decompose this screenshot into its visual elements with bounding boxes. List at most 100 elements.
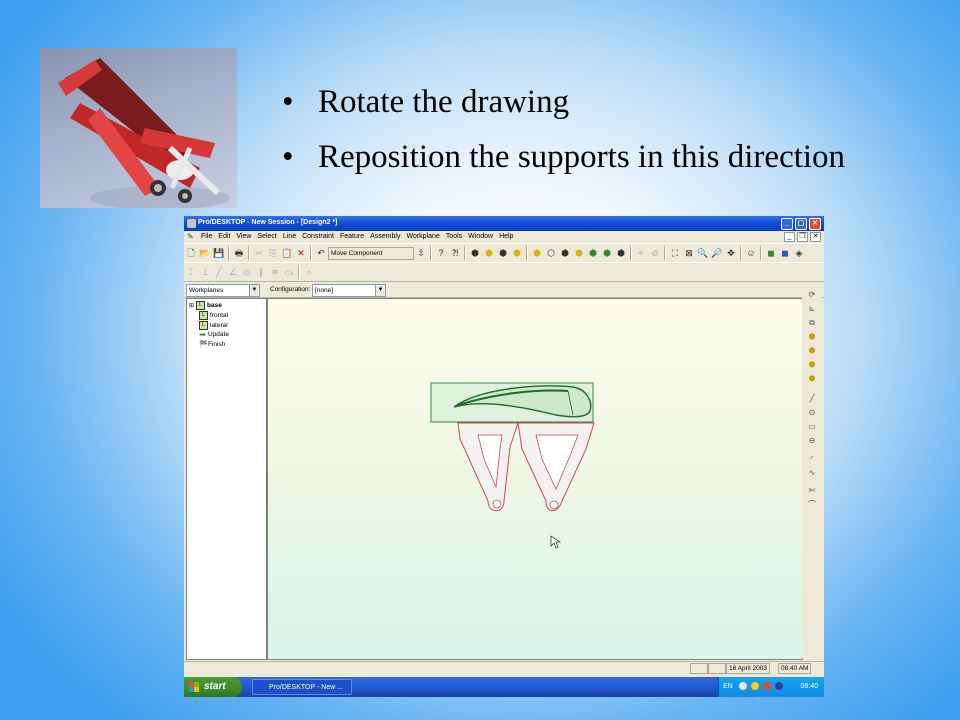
tree-item-update[interactable]: ➡ Update (199, 331, 229, 339)
new-file-icon[interactable]: 🗋 (184, 246, 198, 260)
copy-icon[interactable]: ⎘ (266, 246, 280, 260)
design-canvas[interactable] (267, 298, 803, 660)
network-tray-icon[interactable] (751, 682, 759, 690)
render-view-icon[interactable]: ◼ (778, 246, 792, 260)
standard-toolbar: 🗋 📂 💾 🖶 ✂ ⎘ 📋 ✕ ↶ Move Component ⇳ ? ⁈ ⬢… (184, 243, 824, 263)
menu-help[interactable]: Help (496, 233, 516, 240)
equal-icon[interactable]: ≑ (268, 265, 282, 279)
measure-icon[interactable]: ⌖ (634, 246, 648, 260)
dimension-icon[interactable]: ⌶ (184, 265, 198, 279)
menu-constraint[interactable]: Constraint (299, 233, 337, 240)
doc-minimize-button[interactable]: _ (784, 232, 795, 242)
shaded-view-icon[interactable]: ◼ (764, 246, 778, 260)
fillet-tool-icon[interactable]: ⌒ (805, 498, 819, 511)
revolve-icon[interactable]: ⬢ (805, 344, 819, 357)
configuration-combo[interactable]: [none] ▼ (312, 284, 386, 297)
trim-icon[interactable]: ⤼ (282, 265, 296, 279)
close-button[interactable]: ✕ (809, 218, 821, 230)
expand-icon[interactable]: ⊞ (189, 302, 194, 309)
menu-feature[interactable]: Feature (337, 233, 367, 240)
part-view-icon[interactable]: ⬢ (614, 246, 628, 260)
loft-icon[interactable]: ⬢ (805, 372, 819, 385)
language-indicator[interactable]: EN (723, 683, 733, 690)
menu-select[interactable]: Select (254, 233, 279, 240)
chevron-down-icon[interactable]: ▼ (249, 285, 259, 296)
menu-file[interactable]: File (198, 233, 215, 240)
menu-tools[interactable]: Tools (443, 233, 465, 240)
wireframe-view-icon[interactable]: ◈ (792, 246, 806, 260)
zoom-fit-icon[interactable]: ⛶ (668, 246, 682, 260)
taskbar-app-button[interactable]: Pro/DESKTOP - New ... (252, 679, 352, 695)
arc-tool-icon[interactable]: ◜ (805, 452, 819, 465)
cut-icon[interactable]: ✂ (252, 246, 266, 260)
tree-item-lateral[interactable]: L lateral (199, 321, 228, 330)
workplanes-combo[interactable]: Workplanes ▼ (186, 284, 260, 297)
diagonal-line-icon[interactable]: ╱ (212, 265, 226, 279)
circle-tool-icon[interactable]: ⊙ (805, 406, 819, 419)
sweep-icon[interactable]: ⬢ (805, 358, 819, 371)
shield-tray-icon[interactable] (763, 682, 771, 690)
axis-orient-icon[interactable]: ⊾ (805, 302, 819, 315)
open-folder-icon[interactable]: 📂 (198, 246, 212, 260)
component-icon[interactable]: ⬢ (468, 246, 482, 260)
tree-item-finish[interactable]: 🏁 Finish (199, 341, 225, 348)
paste-icon[interactable]: 📋 (280, 246, 294, 260)
toolbar-separator (430, 246, 432, 260)
replace-component-icon[interactable]: ⬢ (496, 246, 510, 260)
part-icon[interactable]: ⬢ (530, 246, 544, 260)
start-button[interactable]: start (184, 677, 242, 697)
tree-item-frontal[interactable]: L frontal (199, 311, 228, 320)
pointer-icon[interactable]: ⇳ (414, 246, 428, 260)
doc-restore-button[interactable]: ❐ (797, 232, 808, 242)
menu-view[interactable]: View (233, 233, 254, 240)
start-label: start (204, 681, 226, 692)
part-mate-icon[interactable]: ⬡ (544, 246, 558, 260)
angle-icon[interactable]: ∠ (226, 265, 240, 279)
undo-icon[interactable]: ↶ (314, 246, 328, 260)
extrude-icon[interactable]: ⬢ (805, 330, 819, 343)
title-bar[interactable]: Pro/DESKTOP - New Session - [Design2 *] … (184, 216, 824, 231)
spline-tool-icon[interactable]: ∿ (805, 466, 819, 479)
zoom-box-icon[interactable]: ⊠ (682, 246, 696, 260)
help-icon[interactable]: ? (434, 246, 448, 260)
rectangle-tool-icon[interactable]: ▭ (805, 420, 819, 433)
doc-close-button[interactable]: ✕ (810, 232, 821, 242)
tree-item-base[interactable]: ⊞ L base (189, 301, 222, 310)
menu-workplane[interactable]: Workplane (403, 233, 442, 240)
delete-icon[interactable]: ✕ (294, 246, 308, 260)
help-tray-icon[interactable] (739, 682, 747, 690)
context-help-icon[interactable]: ⁈ (448, 246, 462, 260)
pan-icon[interactable]: ✥ (724, 246, 738, 260)
maximize-button[interactable]: ▢ (795, 218, 807, 230)
part-fix-icon[interactable]: ⬢ (600, 246, 614, 260)
ellipse-tool-icon[interactable]: ⊖ (805, 434, 819, 447)
constraint-search-icon[interactable]: ⌕ (302, 265, 316, 279)
part-orient-icon[interactable]: ⬢ (572, 246, 586, 260)
part-align-icon[interactable]: ⬢ (558, 246, 572, 260)
part-insert-icon[interactable]: ⬢ (586, 246, 600, 260)
menu-line[interactable]: Line (280, 233, 299, 240)
section-icon[interactable]: ⊘ (648, 246, 662, 260)
tool-mode-combo[interactable]: Move Component (328, 246, 414, 260)
minimize-button[interactable]: _ (781, 218, 793, 230)
chevron-down-icon[interactable]: ▼ (375, 285, 385, 296)
volume-tray-icon[interactable] (775, 682, 783, 690)
menu-assembly[interactable]: Assembly (367, 233, 403, 240)
concentric-icon[interactable]: ◎ (240, 265, 254, 279)
axis-icon[interactable]: ⊥ (198, 265, 212, 279)
add-component-icon[interactable]: ⬢ (482, 246, 496, 260)
edit-component-icon[interactable]: ⬢ (510, 246, 524, 260)
rotate-icon[interactable]: ⟳ (805, 288, 819, 301)
workplane-new-icon[interactable]: ⧉ (805, 316, 819, 329)
line-tool-icon[interactable]: ╱ (805, 392, 819, 405)
menu-edit[interactable]: Edit (215, 233, 233, 240)
save-icon[interactable]: 💾 (212, 246, 226, 260)
zoom-icon[interactable]: 🔍 (696, 246, 710, 260)
smiley-icon[interactable]: ☺ (744, 246, 758, 260)
print-icon[interactable]: 🖶 (232, 246, 246, 260)
zoom-out-icon[interactable]: 🔎 (710, 246, 724, 260)
document-icon[interactable]: ✎ (187, 232, 196, 241)
trim-tool-icon[interactable]: ✄ (805, 484, 819, 497)
menu-window[interactable]: Window (465, 233, 496, 240)
parallel-icon[interactable]: ∥ (254, 265, 268, 279)
